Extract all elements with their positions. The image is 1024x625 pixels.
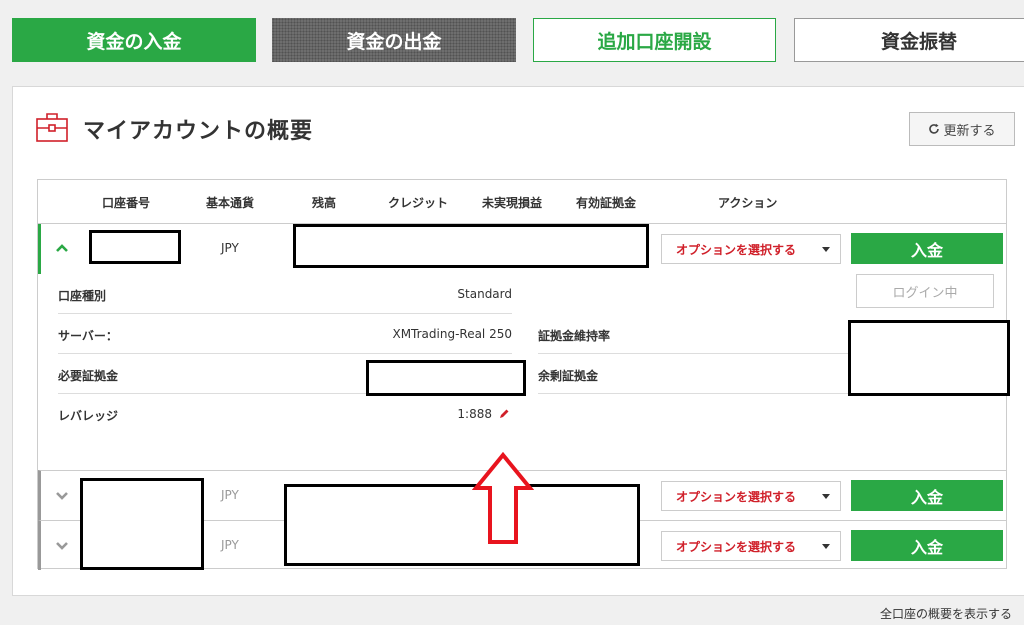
leverage-value: 1:888 [457, 407, 492, 421]
options-select[interactable]: オプションを選択する [661, 531, 841, 561]
free-margin-label: 余剰証拠金 [538, 369, 599, 383]
col-base-currency: 基本通貨 [206, 196, 255, 210]
col-account-number: 口座番号 [102, 196, 151, 210]
account-type-label: 口座種別 [58, 289, 107, 303]
currency-cell: JPY [221, 241, 239, 255]
col-action: アクション [718, 196, 778, 210]
show-all-accounts-link[interactable]: 全口座の概要を表示する [880, 605, 1012, 622]
detail-row-account-type: 口座種別 Standard [58, 274, 512, 314]
deposit-funds-button[interactable]: 資金の入金 [12, 18, 256, 62]
refresh-button[interactable]: 更新する [909, 112, 1015, 146]
refresh-icon [929, 123, 940, 134]
col-credit: クレジット [388, 196, 449, 210]
required-margin-label: 必要証拠金 [58, 369, 119, 383]
options-select[interactable]: オプションを選択する [661, 481, 841, 511]
table-row: JPY オプションを選択する 入金 [38, 224, 1006, 274]
detail-row-server: サーバー： XMTrading-Real 250 [58, 314, 512, 354]
col-balance: 残高 [312, 196, 337, 210]
withdraw-funds-button[interactable]: 資金の出金 [272, 18, 516, 62]
options-select[interactable]: オプションを選択する [661, 234, 841, 264]
chevron-up-icon[interactable] [55, 241, 69, 255]
caret-down-icon [822, 247, 830, 252]
redacted-margin-values [848, 320, 1010, 396]
pencil-edit-icon[interactable] [498, 408, 510, 420]
detail-row-leverage: レバレッジ 1:888 [58, 394, 512, 434]
account-type-value: Standard [457, 287, 512, 301]
options-select-label: オプションを選択する [676, 242, 797, 257]
redacted-required-margin [366, 360, 526, 396]
page-title: マイアカウントの概要 [83, 119, 314, 144]
chevron-down-icon[interactable] [55, 538, 69, 552]
open-additional-account-button[interactable]: 追加口座開設 [533, 18, 776, 62]
caret-down-icon [822, 544, 830, 549]
col-unrealized-pnl: 未実現損益 [482, 196, 543, 210]
top-action-bar: 資金の入金 資金の出金 追加口座開設 資金振替 [12, 18, 1024, 62]
server-label: サーバー： [58, 329, 118, 343]
table-header: 口座番号 基本通貨 残高 クレジット 未実現損益 有効証拠金 アクション [38, 180, 1006, 224]
refresh-label: 更新する [943, 123, 996, 139]
account-details: 口座種別 Standard サーバー： XMTrading-Real 250 必… [38, 274, 1010, 470]
deposit-button[interactable]: 入金 [851, 530, 1003, 561]
panel-header: マイアカウントの概要 更新する [13, 87, 1024, 177]
deposit-button[interactable]: 入金 [851, 480, 1003, 511]
caret-down-icon [822, 494, 830, 499]
currency-cell: JPY [221, 488, 239, 502]
briefcase-icon [36, 113, 68, 142]
redacted-account-numbers [80, 478, 204, 570]
currency-cell: JPY [221, 538, 239, 552]
leverage-label: レバレッジ [58, 409, 119, 423]
chevron-down-icon[interactable] [55, 488, 69, 502]
options-select-label: オプションを選択する [676, 539, 797, 554]
red-up-arrow-annotation [472, 452, 534, 544]
margin-level-label: 証拠金維持率 [538, 329, 611, 343]
redacted-account-number [89, 230, 181, 264]
logged-in-button: ログイン中 [856, 274, 994, 308]
deposit-button[interactable]: 入金 [851, 233, 1003, 264]
col-equity: 有効証拠金 [576, 196, 637, 210]
redacted-row-balances [284, 484, 640, 566]
server-value: XMTrading-Real 250 [392, 327, 512, 341]
transfer-funds-button[interactable]: 資金振替 [794, 18, 1024, 62]
redacted-balances [293, 224, 649, 268]
options-select-label: オプションを選択する [676, 489, 797, 504]
